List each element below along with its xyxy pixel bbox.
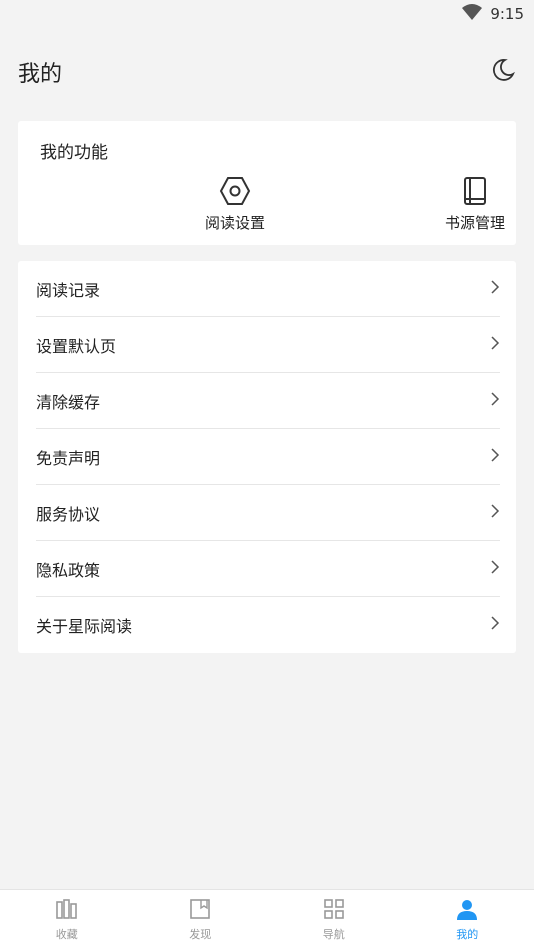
status-bar: 9:15 — [0, 0, 534, 28]
chevron-right-icon — [490, 335, 500, 355]
wifi-icon — [462, 4, 483, 24]
nav-tab-mine[interactable]: 我的 — [401, 890, 534, 949]
chevron-right-icon — [490, 615, 500, 635]
chevron-right-icon — [490, 559, 500, 579]
book-icon — [462, 176, 488, 206]
source-management-label: 书源管理 — [444, 214, 505, 232]
page-title: 我的 — [18, 62, 63, 87]
menu-item-clear-cache[interactable]: 清除缓存 — [36, 373, 500, 429]
status-time: 9:15 — [490, 5, 524, 23]
source-management-button[interactable]: 书源管理 — [434, 176, 516, 233]
nav-tab-navigation[interactable]: 导航 — [267, 890, 401, 949]
grid-icon — [323, 898, 345, 923]
menu-item-label: 免责声明 — [36, 448, 101, 468]
nav-label: 我的 — [456, 927, 479, 941]
page-header: 我的 — [18, 52, 516, 92]
chevron-right-icon — [490, 503, 500, 523]
menu-item-disclaimer[interactable]: 免责声明 — [36, 429, 500, 485]
menu-item-label: 阅读记录 — [36, 280, 101, 300]
menu-card: 阅读记录 设置默认页 清除缓存 免责声明 服务协议 隐私政策 关于星际阅读 — [18, 261, 516, 653]
nav-tab-discover[interactable]: 发现 — [134, 890, 268, 949]
features-card: 我的功能 阅读设置 书源管理 — [18, 121, 516, 245]
moon-icon[interactable] — [490, 57, 516, 87]
nav-tab-favorites[interactable]: 收藏 — [0, 890, 134, 949]
bottom-nav: 收藏 发现 导航 我的 — [0, 889, 534, 949]
person-icon — [456, 898, 478, 923]
menu-item-privacy-policy[interactable]: 隐私政策 — [36, 541, 500, 597]
nav-label: 收藏 — [55, 927, 78, 941]
hexagon-settings-icon — [219, 176, 251, 206]
menu-item-service-agreement[interactable]: 服务协议 — [36, 485, 500, 541]
menu-item-about[interactable]: 关于星际阅读 — [36, 597, 500, 653]
nav-label: 导航 — [322, 927, 345, 941]
reading-settings-button[interactable]: 阅读设置 — [178, 176, 292, 233]
chevron-right-icon — [490, 279, 500, 299]
bookshelf-icon — [55, 898, 79, 923]
chevron-right-icon — [490, 447, 500, 467]
menu-item-label: 隐私政策 — [36, 560, 101, 580]
menu-item-label: 服务协议 — [36, 504, 101, 524]
menu-item-default-page[interactable]: 设置默认页 — [36, 317, 500, 373]
menu-item-label: 清除缓存 — [36, 392, 101, 412]
nav-label: 发现 — [189, 927, 212, 941]
menu-item-label: 设置默认页 — [36, 336, 117, 356]
bookmark-page-icon — [189, 898, 211, 923]
menu-item-label: 关于星际阅读 — [36, 617, 133, 636]
chevron-right-icon — [490, 391, 500, 411]
menu-item-reading-history[interactable]: 阅读记录 — [36, 261, 500, 317]
features-title: 我的功能 — [40, 143, 108, 163]
reading-settings-label: 阅读设置 — [204, 214, 265, 232]
